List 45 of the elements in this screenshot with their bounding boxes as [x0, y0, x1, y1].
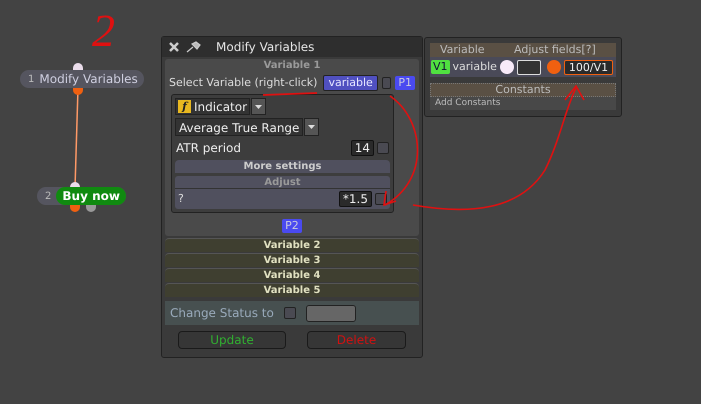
adjust-field[interactable]: *1.5	[338, 191, 372, 207]
more-settings-bar[interactable]: More settings	[175, 160, 390, 173]
pin-icon[interactable]	[186, 41, 202, 53]
checkbox[interactable]	[377, 142, 389, 154]
add-constants-button[interactable]: Add Constants	[430, 97, 616, 110]
close-icon[interactable]	[168, 41, 180, 53]
column-header: Adjust fields[?]	[514, 42, 596, 58]
p1-badge: P1	[395, 76, 415, 90]
indicator-dropdown[interactable]: f Indicator	[175, 98, 250, 115]
output-port[interactable]	[73, 88, 83, 95]
variable-button[interactable]: variable	[323, 75, 378, 91]
formula-field[interactable]: 100/V1	[564, 60, 614, 74]
column-header: Variable	[440, 42, 486, 58]
constants-header: Constants	[430, 83, 616, 97]
variable-name: variable	[452, 58, 497, 75]
collapsed-section-bar[interactable]: Variable 3	[165, 253, 419, 267]
node-number: 2	[45, 190, 52, 204]
parameter-field[interactable]: 14	[350, 140, 374, 156]
status-label: Change Status to	[170, 305, 274, 322]
node-label: Modify Variables	[39, 71, 139, 88]
collapsed-section-bar[interactable]: Variable 5	[165, 283, 419, 297]
adjust-header: Adjust	[175, 176, 390, 189]
p2-badge: P2	[282, 219, 302, 233]
window-title: Modify Variables	[216, 39, 314, 56]
underline-mark	[262, 92, 318, 96]
variable-tag: V1	[431, 60, 450, 74]
node-number: 1	[28, 72, 34, 86]
value-field[interactable]	[516, 60, 541, 74]
select-variable-label: Select Variable (right-click)	[169, 74, 318, 91]
node-label: Buy now	[56, 187, 126, 205]
flow-node[interactable]: 1 Modify Variables	[20, 70, 144, 88]
function-icon: f	[178, 100, 191, 113]
indicator-select[interactable]: Average True Range	[175, 118, 304, 136]
output-port[interactable]	[546, 60, 561, 74]
annotation-number: 2	[92, 6, 115, 56]
status-field[interactable]	[306, 304, 356, 322]
input-port[interactable]	[500, 60, 514, 74]
adjust-label: ?	[178, 190, 185, 207]
flow-node[interactable]: 2 Buy now	[37, 187, 126, 205]
collapsed-section-bar[interactable]: Variable 2	[165, 238, 419, 252]
update-button[interactable]: Update	[178, 331, 286, 349]
checkbox[interactable]	[382, 77, 392, 89]
collapsed-section-bar[interactable]: Variable 4	[165, 268, 419, 282]
checkbox[interactable]	[284, 307, 296, 319]
parameter-label: ATR period	[176, 140, 242, 157]
